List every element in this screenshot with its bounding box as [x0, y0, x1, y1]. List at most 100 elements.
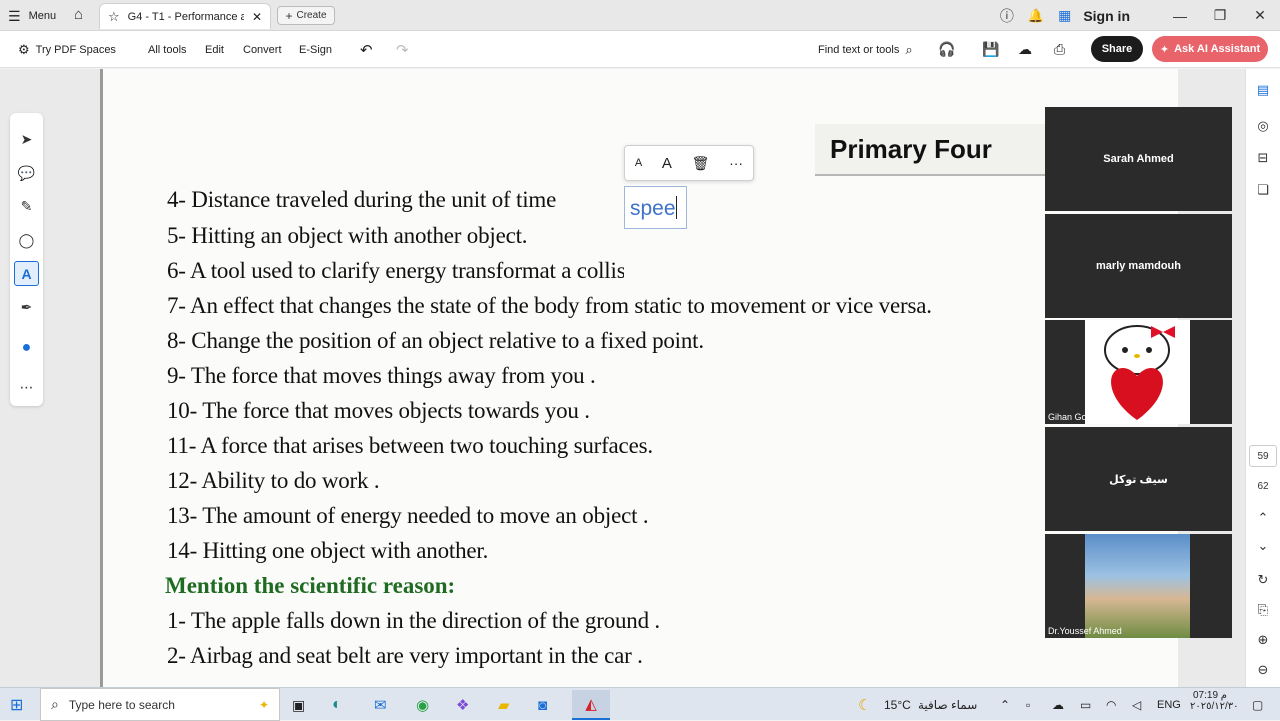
- volume-icon[interactable]: ◁: [1132, 694, 1141, 716]
- bookmark-icon[interactable]: ⊟: [1252, 147, 1274, 169]
- participant-tile[interactable]: Sarah Ahmed: [1045, 107, 1232, 211]
- doc-line: 13- The amount of energy needed to move …: [167, 503, 649, 528]
- search-icon: ⌕: [905, 41, 913, 57]
- weather-temp: 15°C: [884, 698, 911, 712]
- participant-name: سيف توكل: [1109, 474, 1168, 486]
- text-annotation-box[interactable]: spee: [624, 186, 687, 229]
- language-indicator[interactable]: ENG: [1157, 694, 1181, 716]
- comments-panel-icon[interactable]: ◎: [1252, 115, 1274, 137]
- tray-chevron-icon[interactable]: ⌃: [1000, 694, 1010, 716]
- participant-tile[interactable]: سيف توكل: [1045, 427, 1232, 531]
- more-options-icon[interactable]: ···: [729, 155, 743, 171]
- ai-sparkle-icon: ✦: [1159, 43, 1170, 56]
- delete-icon[interactable]: 🗑: [692, 155, 710, 172]
- ai-assistant-button[interactable]: ✦ Ask AI Assistant: [1152, 36, 1268, 62]
- search-placeholder: Type here to search: [68, 697, 175, 712]
- color-picker-icon[interactable]: ●: [14, 335, 39, 360]
- upload-cloud-icon[interactable]: ☁: [1018, 41, 1032, 58]
- task-view-icon[interactable]: ▣: [292, 694, 305, 716]
- battery-icon[interactable]: ▭: [1080, 694, 1091, 716]
- doc-line: 11- A force that arises between two touc…: [167, 433, 653, 458]
- participant-tile[interactable]: marly mamdouh: [1045, 214, 1232, 318]
- save-icon[interactable]: 💾: [982, 41, 999, 58]
- hello-kitty-avatar: [1085, 320, 1190, 424]
- zoom-in-icon[interactable]: ⊕: [1252, 629, 1274, 651]
- pdf-spaces-label: Try PDF Spaces: [35, 43, 116, 56]
- participant-tile[interactable]: Gihan Gomaa: [1045, 320, 1232, 424]
- minimize-icon[interactable]: —: [1160, 8, 1200, 24]
- doc-line: 1- The apple falls down in the direction…: [167, 608, 660, 633]
- erased-area: [624, 259, 754, 289]
- mail-icon[interactable]: ✉: [374, 694, 387, 716]
- create-button[interactable]: + Create: [277, 6, 335, 25]
- undo-icon[interactable]: ↶: [360, 41, 373, 59]
- document-tab[interactable]: ☆ G4 - T1 - Performance an... ✕: [99, 3, 271, 29]
- pages-icon[interactable]: ❏: [1252, 179, 1274, 201]
- more-tools-icon[interactable]: ⋯: [14, 375, 39, 400]
- current-page[interactable]: 59: [1249, 445, 1277, 467]
- clock-date: ٢٠٢٥/١٢/٣٠: [1190, 701, 1239, 712]
- acrobat-icon[interactable]: ◭: [572, 690, 610, 720]
- page-down-icon[interactable]: ⌄: [1252, 535, 1274, 557]
- pen-icon[interactable]: ✎: [14, 194, 39, 219]
- sign-icon[interactable]: ✒: [14, 295, 39, 320]
- tray-cloud-icon[interactable]: ☁: [1052, 694, 1064, 716]
- page-up-icon[interactable]: ⌃: [1252, 507, 1274, 529]
- extract-page-icon[interactable]: ⎘: [1252, 599, 1274, 621]
- comment-icon[interactable]: 💬: [14, 161, 39, 186]
- esign-button[interactable]: E-Sign: [299, 41, 332, 58]
- doc-line: 14- Hitting one object with another.: [167, 538, 489, 563]
- participant-tile[interactable]: Dr.Youssef Ahmed: [1045, 534, 1232, 638]
- participant-name: Dr.Youssef Ahmed: [1048, 626, 1122, 636]
- rotate-icon[interactable]: ↻: [1252, 569, 1274, 591]
- close-window-icon[interactable]: ✕: [1240, 7, 1280, 24]
- create-label: Create: [296, 10, 327, 21]
- section-heading: Mention the scientific reason:: [165, 573, 456, 598]
- clock[interactable]: 07:19 م ٢٠٢٥/١٢/٣٠: [1190, 690, 1239, 712]
- taskbar-search[interactable]: ⌕ Type here to search ✦: [40, 688, 280, 721]
- all-tools-button[interactable]: All tools: [148, 41, 187, 58]
- decrease-font-icon[interactable]: A: [635, 157, 642, 169]
- maximize-icon[interactable]: ❐: [1200, 7, 1240, 24]
- notifications-icon[interactable]: ▢: [1252, 694, 1263, 716]
- menu-button[interactable]: ☰ Menu: [8, 6, 56, 26]
- ai-panel-icon[interactable]: ▤: [1252, 79, 1274, 101]
- headphones-icon[interactable]: 🎧: [938, 41, 955, 58]
- wifi-icon[interactable]: ◠: [1106, 694, 1116, 716]
- participant-name: marly mamdouh: [1096, 260, 1181, 272]
- whatsapp-icon[interactable]: ◉: [416, 694, 429, 716]
- notification-bell-icon[interactable]: 🔔: [1028, 8, 1044, 24]
- right-panel-rail: ▤ ◎ ⊟ ❏ 59 62 ⌃ ⌄ ↻ ⎘ ⊕ ⊖: [1245, 69, 1280, 687]
- edit-button[interactable]: Edit: [205, 41, 224, 58]
- doc-line: 9- The force that moves things away from…: [167, 363, 596, 388]
- page-header-label: Primary Four: [815, 124, 1055, 176]
- windows-taskbar: ⊞ ⌕ Type here to search ✦ ▣ ◐ ✉ ◉ ❖ ▰ ◙ …: [0, 687, 1280, 721]
- find-tools-button[interactable]: Find text or tools ⌕: [818, 41, 913, 58]
- redo-icon[interactable]: ↷: [396, 41, 409, 59]
- copilot-icon[interactable]: ❖: [456, 694, 469, 716]
- lasso-icon[interactable]: ◯: [14, 228, 39, 253]
- share-button[interactable]: Share: [1091, 36, 1143, 62]
- file-explorer-icon[interactable]: ▰: [498, 694, 510, 716]
- doc-line: 10- The force that moves objects towards…: [167, 398, 590, 423]
- zoom-app-icon[interactable]: ◙: [538, 694, 547, 716]
- close-tab-icon[interactable]: ✕: [252, 10, 262, 24]
- sign-in-button[interactable]: Sign in: [1083, 8, 1130, 24]
- hamburger-icon: ☰: [8, 7, 21, 24]
- total-pages: 62: [1257, 480, 1269, 492]
- print-icon[interactable]: ⎙: [1054, 41, 1065, 58]
- convert-button[interactable]: Convert: [243, 41, 282, 58]
- windows-start-icon[interactable]: ⊞: [10, 694, 23, 716]
- add-text-icon[interactable]: A: [14, 261, 39, 286]
- zoom-out-icon[interactable]: ⊖: [1252, 659, 1274, 681]
- help-icon[interactable]: ⓘ: [1000, 6, 1014, 26]
- home-icon[interactable]: ⌂: [74, 6, 83, 23]
- doc-line: 8- Change the position of an object rela…: [167, 328, 704, 353]
- select-cursor-icon[interactable]: ➤: [14, 127, 39, 152]
- tray-device-icon[interactable]: ▫: [1026, 694, 1030, 716]
- pdf-spaces-button[interactable]: ⚙ Try PDF Spaces: [18, 41, 116, 58]
- edge-icon[interactable]: ◐: [332, 694, 342, 716]
- star-icon[interactable]: ☆: [108, 9, 120, 25]
- increase-font-icon[interactable]: A: [662, 155, 672, 172]
- apps-grid-icon[interactable]: ▦: [1058, 7, 1071, 24]
